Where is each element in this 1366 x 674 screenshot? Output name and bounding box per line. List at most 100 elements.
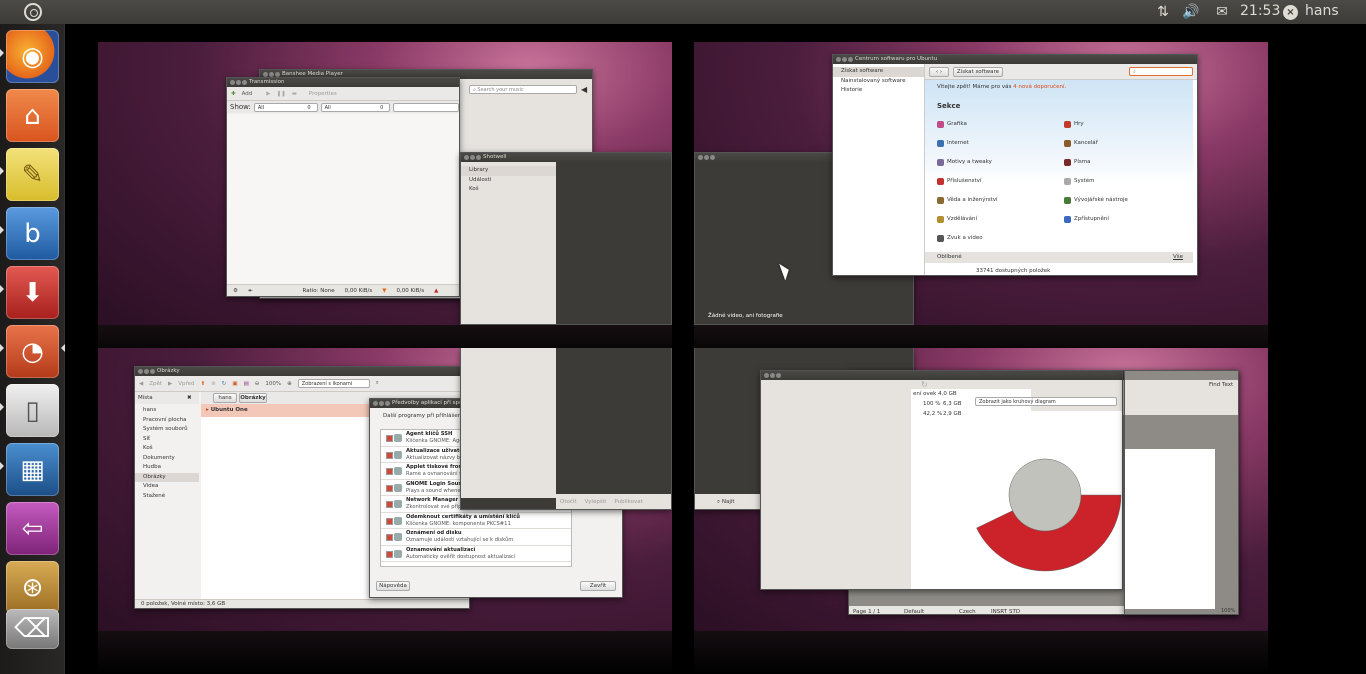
find-text-field[interactable]: Find Text — [1209, 382, 1233, 388]
network-icon[interactable]: ⇅ — [1152, 0, 1174, 24]
session-icon[interactable]: × — [1283, 5, 1298, 20]
volume-icon[interactable]: 🔊 — [1180, 0, 1202, 24]
remove-icon[interactable]: ▬ — [292, 91, 297, 97]
place-videos[interactable]: Videa — [135, 482, 199, 492]
publish-button[interactable]: Publikovat — [614, 499, 642, 505]
breadcrumb-get-software[interactable]: Získat software — [953, 67, 1003, 77]
zoom-out-icon[interactable]: ⊖ — [255, 381, 260, 387]
rotate-button[interactable]: Otočit — [560, 499, 577, 505]
startup-row[interactable]: Oznámení od disku Oznamuje události vztah… — [381, 529, 571, 546]
ring-chart[interactable] — [965, 411, 1122, 589]
category-graphics[interactable]: Grafika — [937, 121, 967, 128]
breadcrumb-pictures[interactable]: Obrázky — [239, 393, 267, 403]
software-center-window[interactable]: Centrum softwaru pro Ubuntu Získat softw… — [832, 54, 1198, 276]
up-arrow-icon[interactable]: ⬆ — [201, 381, 206, 387]
folder-home-icon[interactable]: ⌂ — [6, 89, 59, 142]
category-office[interactable]: Kancelář — [1064, 140, 1098, 147]
search-icon[interactable]: ⌕ — [376, 380, 379, 387]
ubuntu-logo-icon[interactable] — [0, 0, 65, 24]
pause-icon[interactable]: ❚❚ — [277, 91, 286, 97]
category-fonts[interactable]: Písma — [1064, 159, 1090, 166]
place-network[interactable]: Síť — [135, 435, 199, 445]
recommendations-link[interactable]: 4 nová doporučení. — [1013, 84, 1066, 90]
close-button[interactable]: Zavřít — [580, 581, 616, 591]
firefox-icon[interactable]: ◉ — [6, 30, 59, 83]
workspace-1[interactable]: Banshee Media Player ⌕ Search your music… — [98, 42, 672, 325]
back-arrow-icon[interactable]: ◀ — [139, 381, 143, 387]
sidebar-item-events[interactable]: Události — [461, 176, 556, 186]
place-filesystem[interactable]: Systém souborů — [135, 425, 199, 435]
nav-installed-software[interactable]: Nainstalovaný software — [833, 77, 924, 87]
category-system[interactable]: Systém — [1064, 178, 1095, 185]
place-documents[interactable]: Dokumenty — [135, 454, 199, 464]
add-icon[interactable]: ✚ — [231, 91, 236, 97]
sidebar-item-library[interactable]: Library — [461, 166, 556, 176]
shotwell-window-lower[interactable]: Otočit Vylepšit Publikovat — [460, 348, 672, 510]
photos-icon[interactable]: ▦ — [6, 443, 59, 496]
banshee-search-field[interactable]: ⌕ Search your music — [469, 85, 577, 94]
place-pictures[interactable]: Obrázky — [135, 472, 199, 482]
forward-button[interactable]: Vpřed — [178, 381, 194, 387]
speaker-icon[interactable]: ◀ — [581, 85, 587, 94]
stop-icon[interactable]: ⊗ — [211, 381, 216, 387]
document-icon[interactable]: ▯ — [6, 384, 59, 437]
workspace-switcher-icon[interactable]: ⇦ — [6, 502, 59, 555]
sidebar-item-trash[interactable]: Koš — [461, 185, 556, 195]
category-internet[interactable]: Internet — [937, 140, 969, 147]
zoom-in-icon[interactable]: ⊕ — [287, 381, 292, 387]
trash-icon[interactable]: ⌫ — [6, 609, 59, 649]
properties-button[interactable]: Properties — [309, 91, 337, 97]
view-mode-select[interactable]: Zobrazení s ikonami — [297, 379, 370, 388]
startup-row[interactable]: Odemknout certifikáty a umístění klíčů Kl… — [381, 513, 571, 529]
user-name[interactable]: hans — [1305, 3, 1339, 19]
disk-usage-window[interactable]: ení ovek 4,0 GB 100 % 6,3 GB 42,2 % 2,9 … — [760, 370, 1123, 590]
play-icon[interactable]: ▶ — [266, 91, 270, 97]
enhance-button[interactable]: Vylepšit — [585, 499, 607, 505]
torrent-list[interactable] — [227, 114, 459, 284]
place-desktop[interactable]: Pracovní plocha — [135, 416, 199, 426]
find-button[interactable]: Najít — [722, 499, 735, 505]
category-games[interactable]: Hry — [1064, 121, 1084, 128]
clock[interactable]: 21:53 — [1240, 3, 1280, 19]
notepad-icon[interactable]: ✎ — [6, 148, 59, 201]
add-button[interactable]: Add — [242, 91, 253, 97]
view-all-link[interactable]: Vše — [1173, 254, 1183, 260]
help-button[interactable]: Nápověda — [376, 581, 410, 591]
shotwell-window[interactable]: Shotwell Library Události Koš — [460, 152, 672, 325]
category-education[interactable]: Vzdělávání — [937, 216, 977, 223]
computer-icon[interactable]: ▤ — [244, 381, 249, 387]
workspace-2[interactable]: Žádné video, ani fotografie Centrum soft… — [694, 42, 1268, 325]
software-search-field[interactable]: ⌕ — [1129, 67, 1193, 76]
place-downloads[interactable]: Stažené — [135, 492, 199, 502]
close-icon[interactable]: ✖ — [187, 392, 192, 404]
workspace-4[interactable]: ⌕ Najít Find Text Page 1 / 1 Default Cze… — [694, 348, 1268, 631]
category-sound-video[interactable]: Zvuk a video — [937, 235, 983, 242]
transmission-icon[interactable]: ⬇ — [6, 266, 59, 319]
home-icon[interactable]: ▣ — [232, 381, 237, 387]
back-button[interactable]: ‹ › — [929, 67, 949, 77]
category-accessibility[interactable]: Zpřístupnění — [1064, 216, 1109, 223]
transmission-window[interactable]: Transmission ✚ Add ▶ ❚❚ ▬ Properties Sho… — [226, 77, 460, 297]
nav-get-software[interactable]: Získat software — [833, 67, 924, 77]
turtle-icon[interactable]: ↞ — [248, 285, 253, 296]
category-developer-tools[interactable]: Vývojářské nástroje — [1064, 197, 1128, 204]
reload-icon[interactable]: ↻ — [222, 381, 227, 387]
startup-row[interactable]: Oznamování aktualizací Automaticky ověřit… — [381, 546, 571, 562]
gear-icon[interactable]: ⚙ — [233, 285, 238, 296]
workspace-3[interactable]: Obrázky ◀ Zpět ▶ Vpřed ⬆ ⊗ ↻ ▣ ▤ ⊖ 100% … — [98, 348, 672, 631]
nav-history[interactable]: Historie — [833, 86, 924, 96]
pie-chart-icon[interactable]: ◔ — [6, 325, 59, 378]
chart-type-select[interactable]: Zobrazit jako kruhový diagram — [975, 397, 1117, 406]
category-themes[interactable]: Motivy a tweaky — [937, 159, 992, 166]
category-science[interactable]: Věda a inženýrství — [937, 197, 998, 204]
back-button[interactable]: Zpět — [149, 381, 162, 387]
software-center-icon[interactable]: ⊛ — [6, 561, 59, 614]
filter-tracker-select[interactable]: All 0 — [320, 102, 391, 112]
torrent-search-field[interactable] — [393, 102, 459, 112]
banshee-icon[interactable]: b — [6, 207, 59, 260]
free-segment[interactable] — [1008, 458, 1082, 532]
reload-icon[interactable]: ↻ — [921, 380, 928, 389]
mail-icon[interactable]: ✉ — [1210, 0, 1234, 24]
place-music[interactable]: Hudba — [135, 463, 199, 473]
place-home[interactable]: hans — [135, 406, 199, 416]
